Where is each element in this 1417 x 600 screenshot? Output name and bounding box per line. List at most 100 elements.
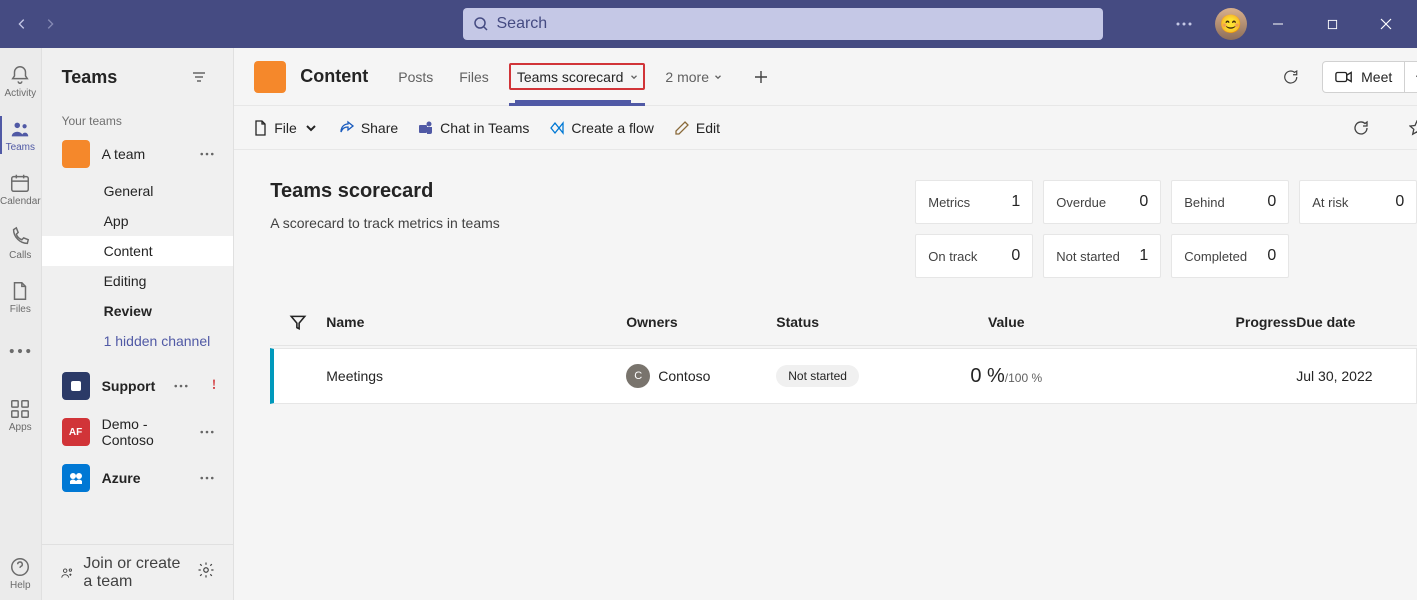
teams-sidebar: Teams Your teams A team General App Cont… [42, 48, 235, 600]
sidebar-title: Teams [62, 67, 118, 88]
command-bar: File Share Chat in Teams Create a flow E… [234, 106, 1417, 150]
ellipsis-icon[interactable] [1161, 0, 1207, 48]
meet-label: Meet [1361, 69, 1392, 85]
team-support[interactable]: Support [42, 364, 234, 408]
tab-posts[interactable]: Posts [392, 48, 439, 106]
filter-icon[interactable] [185, 63, 213, 91]
chevron-down-icon [629, 72, 639, 82]
metric-completed[interactable]: Completed0 [1171, 234, 1289, 278]
add-tab-button[interactable] [743, 59, 779, 95]
metric-on-track[interactable]: On track0 [915, 234, 1033, 278]
col-name[interactable]: Name [326, 314, 626, 330]
team-more-icon[interactable] [167, 372, 195, 400]
user-avatar[interactable]: 😊 [1215, 8, 1247, 40]
metric-overdue[interactable]: Overdue0 [1043, 180, 1161, 224]
channel-review[interactable]: Review [42, 296, 234, 326]
rail-apps[interactable]: Apps [0, 388, 41, 442]
channel-general[interactable]: General [42, 176, 234, 206]
cmd-flow[interactable]: Create a flow [549, 120, 653, 136]
cmd-chat[interactable]: Chat in Teams [418, 120, 529, 136]
close-icon[interactable] [1363, 0, 1409, 48]
rail-label: Files [10, 304, 31, 315]
maximize-icon[interactable] [1309, 0, 1355, 48]
col-owners[interactable]: Owners [626, 314, 776, 330]
search-input[interactable]: Search [463, 8, 1103, 40]
nav-back-button[interactable] [8, 10, 36, 38]
team-name: Azure [102, 470, 182, 486]
team-a-team[interactable]: A team [42, 132, 234, 176]
cmd-file[interactable]: File [252, 120, 319, 136]
refresh-icon[interactable] [1343, 110, 1379, 146]
minimize-icon[interactable] [1255, 0, 1301, 48]
metric-metrics[interactable]: Metrics1 [915, 180, 1033, 224]
col-progress[interactable]: Progress [1096, 314, 1296, 330]
search-placeholder: Search [497, 15, 548, 33]
team-demo-contoso[interactable]: AF Demo - Contoso [42, 408, 234, 456]
team-more-icon[interactable] [193, 464, 221, 492]
cmd-label: Share [361, 120, 398, 136]
tab-files[interactable]: Files [453, 48, 495, 106]
chevron-down-icon [713, 72, 723, 82]
channel-app[interactable]: App [42, 206, 234, 236]
rail-label: Apps [9, 422, 32, 433]
pencil-icon [674, 120, 690, 136]
join-create-team[interactable]: Join or create a team [42, 544, 234, 600]
cmd-label: File [274, 120, 297, 136]
team-name: Demo - Contoso [102, 416, 182, 448]
gear-icon[interactable] [197, 561, 215, 584]
owner-avatar: C [626, 364, 650, 388]
rail-more[interactable] [0, 324, 41, 378]
rail-label: Help [10, 580, 31, 591]
flow-icon [549, 120, 565, 136]
row-value: 0 %/100 % [916, 365, 1096, 388]
tab-label: Teams scorecard [517, 69, 624, 85]
alert-icon [207, 377, 221, 396]
team-icon [62, 372, 90, 400]
cmd-edit[interactable]: Edit [674, 120, 720, 136]
channel-header: Content Posts Files Teams scorecard 2 mo… [234, 48, 1417, 106]
team-more-icon[interactable] [193, 140, 221, 168]
conversation-icon[interactable] [1272, 59, 1308, 95]
hidden-channel-link[interactable]: 1 hidden channel [42, 326, 234, 356]
filter-icon[interactable] [270, 313, 326, 331]
scorecard-header: Teams scorecard A scorecard to track met… [234, 150, 1417, 298]
metric-behind[interactable]: Behind0 [1171, 180, 1289, 224]
rail-activity[interactable]: Activity [0, 54, 41, 108]
people-add-icon [60, 563, 74, 583]
rail-label: Teams [6, 142, 35, 153]
metric-at-risk[interactable]: At risk0 [1299, 180, 1417, 224]
col-due[interactable]: Due date [1296, 314, 1416, 330]
cmd-share[interactable]: Share [339, 120, 398, 136]
team-icon: AF [62, 418, 90, 446]
rail-calendar[interactable]: Calendar [0, 162, 41, 216]
channel-content[interactable]: Content [42, 236, 234, 266]
rail-teams[interactable]: Teams [0, 108, 41, 162]
meet-button[interactable]: Meet [1322, 61, 1405, 93]
meet-dropdown[interactable] [1405, 61, 1417, 93]
col-status[interactable]: Status [776, 314, 916, 330]
rail-label: Calendar [0, 196, 41, 207]
tab-more[interactable]: 2 more [659, 48, 729, 106]
file-icon [252, 120, 268, 136]
team-azure[interactable]: Azure [42, 456, 234, 500]
metric-not-started[interactable]: Not started1 [1043, 234, 1161, 278]
rail-label: Activity [4, 88, 36, 99]
teams-icon [418, 120, 434, 136]
table-row[interactable]: Meetings C Contoso Not started 0 %/100 %… [270, 348, 1417, 404]
star-icon[interactable] [1399, 110, 1417, 146]
scorecard-title: Teams scorecard [270, 180, 500, 203]
cmd-label: Create a flow [571, 120, 653, 136]
rail-files[interactable]: Files [0, 270, 41, 324]
team-name: A team [102, 146, 182, 162]
rail-calls[interactable]: Calls [0, 216, 41, 270]
sidebar-footer-label: Join or create a team [83, 555, 187, 591]
cmd-label: Chat in Teams [440, 120, 529, 136]
tab-teams-scorecard[interactable]: Teams scorecard [509, 48, 646, 106]
rail-help[interactable]: Help [0, 546, 41, 600]
channel-editing[interactable]: Editing [42, 266, 234, 296]
nav-forward-button[interactable] [36, 10, 64, 38]
channel-icon [254, 61, 286, 93]
title-bar: Search 😊 [0, 0, 1417, 48]
team-more-icon[interactable] [193, 418, 221, 446]
col-value[interactable]: Value [916, 314, 1096, 330]
